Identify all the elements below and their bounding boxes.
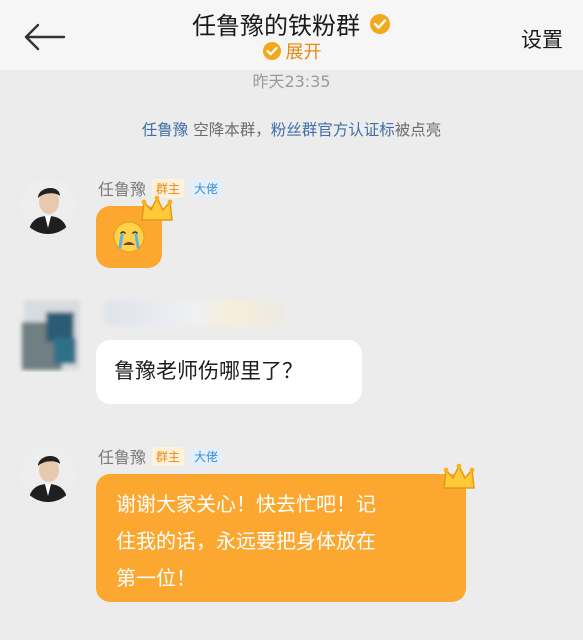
- expand-label: 展开: [285, 42, 322, 63]
- chat-header: 任鲁豫的铁粉群 展开 设置: [0, 0, 583, 70]
- expand-badge-icon: [262, 42, 281, 60]
- message-sender-row: 任鲁豫 群主 大佬: [98, 444, 223, 468]
- crown-icon: [443, 463, 475, 489]
- blurred-sender-name: [104, 300, 284, 326]
- message-bubble[interactable]: 谢谢大家关心！快去忙吧！记 住我的话，永远要把身体放在 第一位！: [96, 474, 466, 602]
- crown-icon: [141, 195, 173, 221]
- system-notice: 任鲁豫 空降本群，粉丝群官方认证标被点亮: [0, 118, 583, 140]
- settings-button[interactable]: 设置: [521, 24, 563, 54]
- timestamp: 昨天23:35: [252, 72, 331, 91]
- person-avatar-icon: [20, 446, 76, 502]
- message-line: 谢谢大家关心！快去忙吧！记: [116, 492, 376, 516]
- verified-badge-icon: [370, 13, 391, 34]
- message-line: 第一位！: [116, 566, 196, 590]
- notice-text: 空降本群，: [188, 121, 271, 139]
- avatar[interactable]: [20, 178, 76, 234]
- notice-suffix: 被点亮: [394, 121, 442, 139]
- group-title: 任鲁豫的铁粉群: [191, 12, 360, 40]
- notice-user-link[interactable]: 任鲁豫: [142, 121, 189, 139]
- blurred-avatar[interactable]: [18, 298, 84, 372]
- message-bubble[interactable]: 鲁豫老师伤哪里了？: [96, 340, 362, 404]
- person-avatar-icon: [20, 178, 76, 234]
- notice-badge-link[interactable]: 粉丝群官方认证标: [271, 121, 395, 139]
- message-line: 住我的话，永远要把身体放在: [116, 529, 376, 553]
- owner-tag: 群主: [152, 447, 185, 466]
- avatar[interactable]: [20, 446, 76, 502]
- title-row: 任鲁豫的铁粉群: [0, 6, 583, 41]
- boss-tag: 大佬: [190, 179, 223, 198]
- sender-name: 任鲁豫: [98, 448, 147, 467]
- boss-tag: 大佬: [190, 447, 223, 466]
- expand-button[interactable]: 展开: [0, 38, 583, 64]
